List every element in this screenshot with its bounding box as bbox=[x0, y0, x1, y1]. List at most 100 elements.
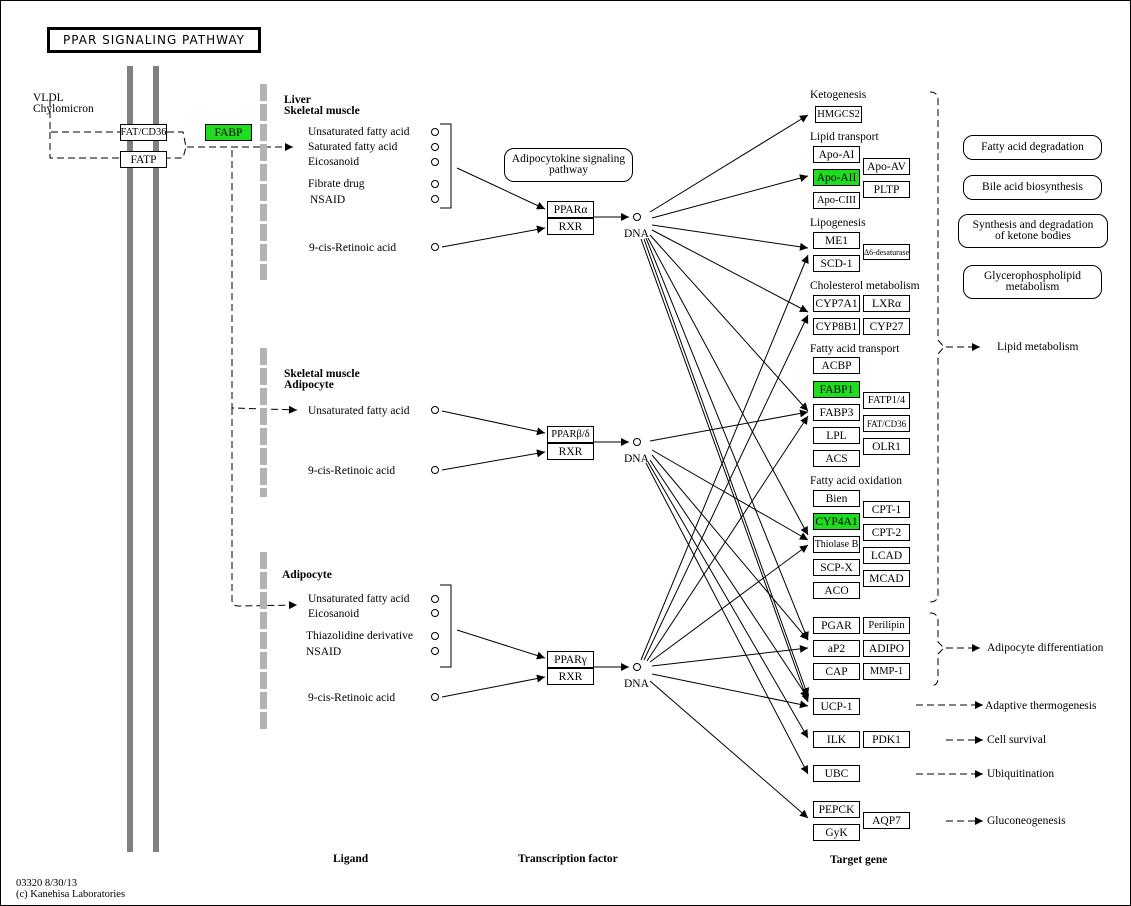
gene-cyp8b1[interactable]: CYP8B1 bbox=[813, 318, 860, 335]
pathway-glycerophospholipid[interactable]: Glycerophospholipid metabolism bbox=[963, 265, 1102, 299]
edge-beta-faox bbox=[651, 449, 809, 541]
dna-circle[interactable] bbox=[633, 438, 641, 446]
gene-ppar-gamma[interactable]: PPARγ bbox=[547, 651, 594, 668]
gene-apo-ciii[interactable]: Apo-CIII bbox=[813, 192, 860, 209]
gene-fatcd36[interactable]: FAT/CD36 bbox=[120, 124, 167, 141]
gene-me1[interactable]: ME1 bbox=[813, 232, 860, 249]
page-title: PPAR SIGNALING PATHWAY bbox=[47, 27, 261, 53]
compound-circle[interactable] bbox=[431, 466, 439, 474]
gene-cpt2[interactable]: CPT-2 bbox=[863, 524, 910, 541]
compound-circle[interactable] bbox=[431, 632, 439, 640]
gene-lxr-alpha[interactable]: LXRα bbox=[863, 295, 910, 312]
gene-fatcd36-target[interactable]: FAT/CD36 bbox=[863, 415, 910, 432]
gene-aco[interactable]: ACO bbox=[813, 582, 860, 599]
gene-ucp1[interactable]: UCP-1 bbox=[813, 698, 860, 715]
gene-fatp14[interactable]: FATP1/4 bbox=[863, 392, 910, 409]
gene-cyp4a1[interactable]: CYP4A1 bbox=[813, 513, 860, 530]
compound-circle[interactable] bbox=[431, 609, 439, 617]
boundary-segment bbox=[260, 572, 267, 589]
vldl-to-fatp bbox=[49, 132, 120, 159]
gene-cap[interactable]: CAP bbox=[813, 663, 860, 680]
pathway-fatty-acid-degradation[interactable]: Fatty acid degradation bbox=[963, 135, 1102, 160]
boundary-segment bbox=[260, 408, 267, 425]
gene-acbp[interactable]: ACBP bbox=[813, 357, 860, 374]
column-ligand: Ligand bbox=[333, 853, 369, 865]
gene-ppar-beta-delta[interactable]: PPARβ/δ bbox=[547, 426, 594, 443]
gene-fatp[interactable]: FATP bbox=[120, 151, 167, 168]
gene-acs[interactable]: ACS bbox=[813, 450, 860, 467]
gene-cyp7a1[interactable]: CYP7A1 bbox=[813, 295, 860, 312]
compound-circle[interactable] bbox=[431, 243, 439, 251]
boundary-segment bbox=[260, 244, 267, 261]
group-lipogenesis: Lipogenesis bbox=[810, 217, 866, 229]
gene-ubc[interactable]: UBC bbox=[813, 765, 860, 782]
compound-circle[interactable] bbox=[431, 158, 439, 166]
edge-beta-fatransport bbox=[649, 409, 809, 442]
gene-ppar-alpha[interactable]: PPARα bbox=[547, 201, 594, 218]
compound-circle[interactable] bbox=[431, 180, 439, 188]
gene-gyk[interactable]: GyK bbox=[813, 824, 860, 841]
gene-scd1[interactable]: SCD-1 bbox=[813, 255, 860, 272]
gene-rxr-alpha[interactable]: RXR bbox=[547, 218, 594, 235]
outcome-gluconeogenesis: Gluconeogenesis bbox=[987, 815, 1066, 827]
pathway-adipocytokine[interactable]: Adipocytokine signaling pathway bbox=[504, 148, 633, 182]
pathway-bile-acid-biosynthesis[interactable]: Bile acid biosynthesis bbox=[963, 175, 1102, 200]
gene-fabp3[interactable]: FABP3 bbox=[813, 404, 860, 421]
compound-circle[interactable] bbox=[431, 128, 439, 136]
gene-lcad[interactable]: LCAD bbox=[863, 547, 910, 564]
compound-circle[interactable] bbox=[431, 595, 439, 603]
gene-thiolase-b[interactable]: Thiolase B bbox=[813, 536, 860, 553]
gene-d6-desaturase[interactable]: Δ6-desaturase bbox=[863, 244, 910, 260]
tissue-adipocyte: Adipocyte bbox=[282, 569, 332, 581]
gene-pgar[interactable]: PGAR bbox=[813, 617, 860, 634]
boundary-segment bbox=[260, 224, 267, 241]
boundary-segment bbox=[260, 612, 267, 629]
ligand-label: NSAID bbox=[306, 646, 342, 658]
gene-ap2[interactable]: aP2 bbox=[813, 640, 860, 657]
dna-label: DNA bbox=[624, 453, 649, 465]
compound-circle[interactable] bbox=[431, 143, 439, 151]
gene-cpt1[interactable]: CPT-1 bbox=[863, 501, 910, 518]
dna-circle[interactable] bbox=[633, 213, 641, 221]
gene-pdk1[interactable]: PDK1 bbox=[863, 731, 910, 748]
gene-olr1[interactable]: OLR1 bbox=[863, 438, 910, 455]
group-lipid-transport: Lipid transport bbox=[810, 131, 879, 143]
group-fa-transport: Fatty acid transport bbox=[810, 343, 900, 355]
gene-pltp[interactable]: PLTP bbox=[863, 181, 910, 198]
gene-rxr-beta[interactable]: RXR bbox=[547, 443, 594, 460]
edge-gamma-faox bbox=[649, 544, 809, 663]
gene-hmgcs2[interactable]: HMGCS2 bbox=[815, 106, 862, 123]
boundary-segment bbox=[260, 488, 267, 497]
gene-cyp27[interactable]: CYP27 bbox=[863, 318, 910, 335]
gene-ilk[interactable]: ILK bbox=[813, 731, 860, 748]
compound-circle[interactable] bbox=[431, 406, 439, 414]
gene-mmp1[interactable]: MMP-1 bbox=[863, 663, 910, 680]
gene-perilipin[interactable]: Perilipin bbox=[863, 617, 910, 634]
gamma-rxr-edge bbox=[441, 674, 546, 698]
pathway-ketone-bodies[interactable]: Synthesis and degradation of ketone bodi… bbox=[958, 214, 1108, 248]
gene-adipo[interactable]: ADIPO bbox=[863, 640, 910, 657]
gene-lpl[interactable]: LPL bbox=[813, 427, 860, 444]
compound-circle[interactable] bbox=[431, 195, 439, 203]
gene-apo-ai[interactable]: Apo-AI bbox=[813, 146, 860, 163]
gene-fabp1[interactable]: FABP1 bbox=[813, 381, 860, 398]
boundary-segment bbox=[260, 692, 267, 709]
transport-brace bbox=[167, 131, 187, 159]
gene-rxr-gamma[interactable]: RXR bbox=[547, 668, 594, 685]
boundary-segment bbox=[260, 204, 267, 221]
edge-gamma-ucp bbox=[651, 673, 809, 709]
edge-alpha-adipo bbox=[645, 237, 809, 641]
gene-aqp7[interactable]: AQP7 bbox=[863, 812, 910, 829]
gene-mcad[interactable]: MCAD bbox=[863, 570, 910, 587]
gene-pepck[interactable]: PEPCK bbox=[813, 801, 860, 818]
gene-apo-aii[interactable]: Apo-AII bbox=[813, 169, 860, 186]
gene-fabp[interactable]: FABP bbox=[205, 124, 252, 141]
compound-circle[interactable] bbox=[431, 647, 439, 655]
dna-circle[interactable] bbox=[633, 663, 641, 671]
ligand-label: Eicosanoid bbox=[308, 608, 360, 620]
gene-scp-x[interactable]: SCP-X bbox=[813, 559, 860, 576]
edge-alpha-cholesterol bbox=[651, 229, 809, 313]
compound-circle[interactable] bbox=[431, 693, 439, 701]
gene-bien[interactable]: Bien bbox=[813, 490, 860, 507]
gene-apo-av[interactable]: Apo-AV bbox=[863, 158, 910, 175]
